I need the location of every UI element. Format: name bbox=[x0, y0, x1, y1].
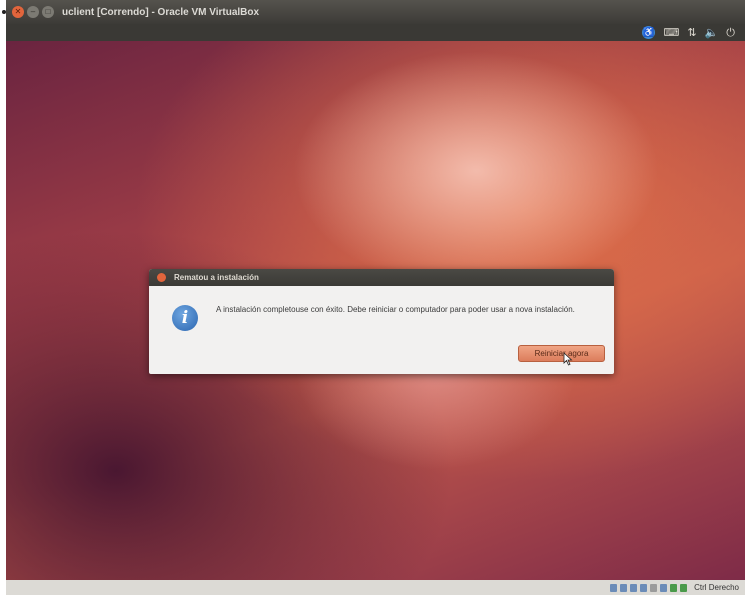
mouse-integration-icon[interactable] bbox=[680, 583, 688, 592]
window-title: uclient [Correndo] - Oracle VM VirtualBo… bbox=[62, 6, 260, 18]
info-icon: i bbox=[172, 305, 198, 331]
guest-desktop: Rematou a instalación i A instalación co… bbox=[6, 41, 745, 580]
power-icon[interactable]: ⏻ bbox=[726, 26, 735, 40]
hard-disk-icon[interactable] bbox=[610, 583, 618, 592]
volume-icon[interactable]: 🔈 bbox=[705, 26, 719, 40]
dialog-message: A instalación completouse con éxito. Deb… bbox=[216, 305, 575, 314]
maximize-window-button[interactable]: □ bbox=[42, 6, 54, 18]
virtualbox-statusbar: Ctrl Derecho bbox=[6, 580, 745, 595]
restart-now-button[interactable]: Reiniciar agora bbox=[518, 345, 605, 362]
install-complete-dialog: Rematou a instalación i A instalación co… bbox=[149, 269, 614, 374]
shared-folders-icon[interactable] bbox=[640, 583, 648, 592]
dialog-titlebar: Rematou a instalación bbox=[149, 269, 614, 286]
keyboard-icon[interactable]: ⌨ bbox=[663, 26, 679, 40]
dialog-title: Rematou a instalación bbox=[174, 273, 259, 282]
minimize-window-button[interactable]: – bbox=[27, 6, 39, 18]
window-titlebar: ✕ – □ uclient [Correndo] - Oracle VM Vir… bbox=[6, 0, 745, 24]
optical-drive-icon[interactable] bbox=[620, 583, 628, 592]
network-adapter-icon[interactable] bbox=[650, 583, 658, 592]
usb-icon[interactable] bbox=[630, 583, 638, 592]
virtualbox-window: ✕ – □ uclient [Correndo] - Oracle VM Vir… bbox=[6, 0, 745, 595]
display-icon[interactable] bbox=[660, 583, 668, 592]
host-key-label: Ctrl Derecho bbox=[694, 583, 739, 592]
guest-top-panel: ♿ ⌨ ⇅ 🔈 ⏻ bbox=[6, 24, 745, 41]
accessibility-icon[interactable]: ♿ bbox=[642, 26, 656, 39]
dialog-close-button[interactable] bbox=[157, 273, 166, 282]
mouse-cursor-icon bbox=[563, 352, 573, 366]
network-icon[interactable]: ⇅ bbox=[687, 26, 696, 40]
virtualization-icon[interactable] bbox=[670, 583, 678, 592]
close-window-button[interactable]: ✕ bbox=[12, 6, 24, 18]
